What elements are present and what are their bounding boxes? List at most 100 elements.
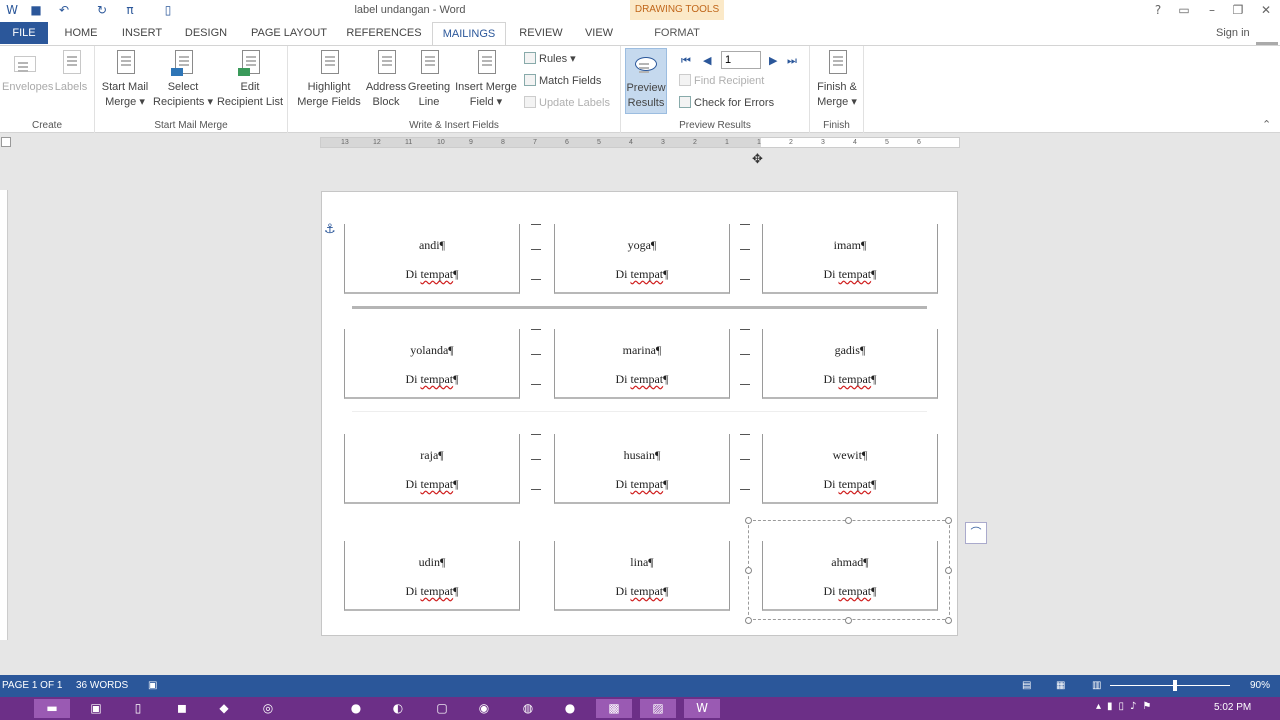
- app-icon[interactable]: ▣: [78, 699, 114, 718]
- first-record-icon[interactable]: ⏮: [681, 54, 691, 68]
- read-mode-icon[interactable]: ▤: [1022, 680, 1031, 691]
- close-icon[interactable]: ✕: [1258, 2, 1274, 18]
- tab-design[interactable]: DESIGN: [178, 22, 234, 45]
- finish-merge-button[interactable]: Finish & Merge ▾: [812, 48, 862, 110]
- mail-label[interactable]: lina¶ Di tempat¶: [554, 541, 730, 611]
- envelopes-button[interactable]: Envelopes: [2, 48, 53, 95]
- mail-label[interactable]: yolanda¶ Di tempat¶: [344, 329, 520, 399]
- misspelled-word[interactable]: tempat: [630, 267, 663, 281]
- tab-view[interactable]: VIEW: [576, 22, 622, 45]
- redo-icon[interactable]: ↻: [94, 2, 110, 18]
- misspelled-word[interactable]: tempat: [420, 372, 453, 386]
- app-icon[interactable]: ▩: [596, 699, 632, 718]
- zoom-slider[interactable]: [1110, 685, 1230, 686]
- find-recipient-button[interactable]: Find Recipient: [679, 72, 764, 90]
- page-count[interactable]: PAGE 1 OF 1: [2, 680, 62, 691]
- selected-shape[interactable]: [745, 517, 952, 624]
- mail-label[interactable]: imam¶ Di tempat¶: [762, 224, 938, 294]
- tab-page-layout[interactable]: PAGE LAYOUT: [242, 22, 336, 45]
- file-explorer-icon[interactable]: ▬: [34, 699, 70, 718]
- resize-handle[interactable]: [945, 567, 952, 574]
- app-icon[interactable]: ◼: [164, 699, 200, 718]
- update-labels-button[interactable]: Update Labels: [524, 94, 610, 112]
- misspelled-word[interactable]: tempat: [630, 477, 663, 491]
- vertical-ruler[interactable]: [0, 190, 8, 640]
- chrome-icon[interactable]: ◍: [510, 699, 546, 718]
- proofing-icon[interactable]: ▣: [148, 680, 157, 691]
- ribbon-display-icon[interactable]: ▭: [1176, 2, 1192, 18]
- document-page[interactable]: ⚓ andi¶ Di tempat¶ yoga¶ Di tempat¶ imam¶ Di …: [321, 191, 958, 636]
- clock[interactable]: 5:02 PM: [1214, 702, 1251, 713]
- minimize-icon[interactable]: –: [1204, 2, 1220, 18]
- misspelled-word[interactable]: tempat: [420, 267, 453, 281]
- tab-format[interactable]: FORMAT: [632, 22, 722, 45]
- address-block-button[interactable]: Address Block: [364, 48, 408, 110]
- match-fields-button[interactable]: Match Fields: [524, 72, 601, 90]
- insert-merge-field-button[interactable]: Insert Merge Field ▾: [452, 48, 520, 110]
- mail-label[interactable]: gadis¶ Di tempat¶: [762, 329, 938, 399]
- restore-icon[interactable]: ❐: [1230, 2, 1246, 18]
- record-number-input[interactable]: [721, 51, 761, 69]
- resize-handle[interactable]: [945, 617, 952, 624]
- app-icon[interactable]: ▯: [120, 699, 156, 718]
- resize-handle[interactable]: [845, 617, 852, 624]
- misspelled-word[interactable]: tempat: [420, 477, 453, 491]
- tab-mailings[interactable]: MAILINGS: [432, 22, 506, 45]
- mail-label[interactable]: raja¶ Di tempat¶: [344, 434, 520, 504]
- equation-icon[interactable]: π: [122, 2, 138, 18]
- check-for-errors-button[interactable]: Check for Errors: [679, 94, 774, 112]
- misspelled-word[interactable]: tempat: [838, 372, 871, 386]
- misspelled-word[interactable]: tempat: [420, 584, 453, 598]
- select-recipients-button[interactable]: Select Recipients ▾: [153, 48, 213, 110]
- misspelled-word[interactable]: tempat: [838, 267, 871, 281]
- tab-references[interactable]: REFERENCES: [344, 22, 424, 45]
- mail-label[interactable]: husain¶ Di tempat¶: [554, 434, 730, 504]
- last-record-icon[interactable]: ⏭: [787, 54, 797, 68]
- new-document-icon[interactable]: ▯: [160, 2, 176, 18]
- app-icon[interactable]: ◐: [380, 699, 416, 718]
- app-icon[interactable]: ◎: [250, 699, 286, 718]
- labels-button[interactable]: Labels: [52, 48, 90, 95]
- resize-handle[interactable]: [945, 517, 952, 524]
- tab-selector-icon[interactable]: [1, 137, 11, 147]
- resize-handle[interactable]: [745, 517, 752, 524]
- layout-options-icon[interactable]: ⌒: [965, 522, 987, 544]
- system-tray[interactable]: ▴▮▯♪⚑: [1096, 701, 1157, 712]
- previous-record-icon[interactable]: ◀: [703, 54, 711, 67]
- resize-handle[interactable]: [745, 617, 752, 624]
- rules-button[interactable]: Rules ▾: [524, 50, 576, 68]
- sign-in-link[interactable]: Sign in: [1216, 27, 1250, 39]
- mail-label[interactable]: udin¶ Di tempat¶: [344, 541, 520, 611]
- start-button-icon[interactable]: [0, 699, 30, 718]
- print-layout-icon[interactable]: ▦: [1056, 680, 1065, 691]
- collapse-ribbon-icon[interactable]: ⌃: [1262, 118, 1271, 131]
- tab-review[interactable]: REVIEW: [514, 22, 568, 45]
- edit-recipient-list-button[interactable]: Edit Recipient List: [215, 48, 285, 110]
- zoom-level[interactable]: 90%: [1250, 680, 1270, 691]
- undo-icon[interactable]: ↶: [56, 2, 72, 18]
- web-layout-icon[interactable]: ▥: [1092, 680, 1101, 691]
- horizontal-ruler[interactable]: 13 12 11 10 9 8 7 6 5 4 3 2 1 1 2 3 4 5 6: [320, 137, 960, 148]
- tab-insert[interactable]: INSERT: [114, 22, 170, 45]
- resize-handle[interactable]: [845, 517, 852, 524]
- mail-label[interactable]: wewit¶ Di tempat¶: [762, 434, 938, 504]
- app-icon[interactable]: ▢: [424, 699, 460, 718]
- zoom-slider-thumb[interactable]: [1173, 680, 1177, 691]
- tab-home[interactable]: HOME: [56, 22, 106, 45]
- next-record-icon[interactable]: ▶: [769, 54, 777, 67]
- app-icon[interactable]: ●: [552, 699, 588, 718]
- save-icon[interactable]: ■: [28, 2, 44, 18]
- help-button[interactable]: ?: [1150, 2, 1166, 18]
- misspelled-word[interactable]: tempat: [630, 584, 663, 598]
- tab-file[interactable]: FILE: [0, 22, 48, 44]
- greeting-line-button[interactable]: Greeting Line: [406, 48, 452, 110]
- mail-label[interactable]: marina¶ Di tempat¶: [554, 329, 730, 399]
- opera-icon[interactable]: ●: [338, 699, 374, 718]
- highlight-merge-fields-button[interactable]: Highlight Merge Fields: [292, 48, 366, 110]
- misspelled-word[interactable]: tempat: [838, 477, 871, 491]
- firefox-icon[interactable]: ◉: [466, 699, 502, 718]
- preview-results-button[interactable]: Preview Results: [625, 48, 667, 114]
- start-mail-merge-button[interactable]: Start Mail Merge ▾: [99, 48, 151, 110]
- mail-label[interactable]: andi¶ Di tempat¶: [344, 224, 520, 294]
- word-taskbar-icon[interactable]: W: [684, 699, 720, 718]
